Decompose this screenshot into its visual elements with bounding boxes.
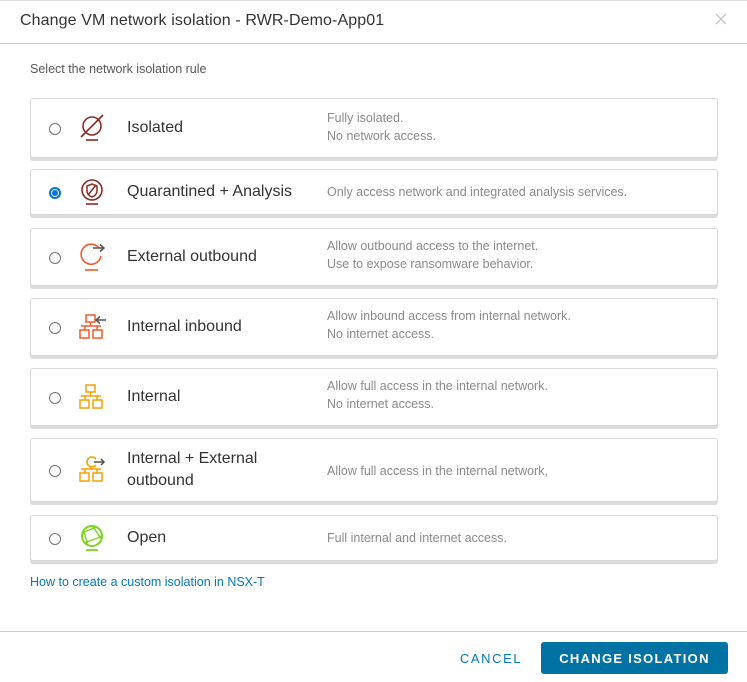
description-line: Fully isolated. xyxy=(327,111,404,125)
isolated-icon xyxy=(77,113,107,143)
description-line: Only access network and integrated analy… xyxy=(327,185,628,199)
description-line: Allow inbound access from internal netwo… xyxy=(327,309,571,323)
option-label: Internal xyxy=(127,388,181,405)
option-description: Allow outbound access to the internet. U… xyxy=(327,237,538,273)
option-isolated[interactable]: Isolated Fully isolated. No network acce… xyxy=(30,98,718,158)
internal-external-icon xyxy=(77,455,107,485)
radio-isolated[interactable] xyxy=(49,123,61,135)
option-open[interactable]: Open Full internal and internet access. xyxy=(30,515,718,561)
option-label: Internal + External outbound xyxy=(127,448,257,492)
footer-divider xyxy=(0,631,747,632)
radio-quarantined-analysis[interactable] xyxy=(49,187,61,199)
dialog-header: Change VM network isolation - RWR-Demo-A… xyxy=(0,1,747,44)
quarantine-icon xyxy=(77,177,107,207)
description-line: Full internal and internet access. xyxy=(327,531,507,545)
description-line: Allow outbound access to the internet. xyxy=(327,239,539,253)
option-description: Allow inbound access from internal netwo… xyxy=(327,307,571,343)
option-internal-external-outbound[interactable]: Internal + External outbound Allow full … xyxy=(30,438,718,502)
option-label: Internal inbound xyxy=(127,318,242,335)
description-line: Allow full access in the internal networ… xyxy=(327,379,548,393)
close-icon[interactable] xyxy=(713,11,729,27)
option-label: Open xyxy=(127,529,167,546)
radio-external-outbound[interactable] xyxy=(49,252,61,264)
description-line: Allow full access in the internal networ… xyxy=(327,464,548,478)
radio-internal[interactable] xyxy=(49,392,61,404)
option-description: Allow full access in the internal networ… xyxy=(327,377,548,413)
internal-inbound-icon xyxy=(77,313,107,343)
description-line: Use to expose ransomware behavior. xyxy=(327,257,534,271)
option-external-outbound[interactable]: External outbound Allow outbound access … xyxy=(30,228,718,286)
option-description: Full internal and internet access. xyxy=(327,529,507,547)
external-outbound-icon xyxy=(77,242,107,272)
option-label: External outbound xyxy=(127,248,257,265)
option-internal[interactable]: Internal Allow full access in the intern… xyxy=(30,368,718,426)
internal-network-icon xyxy=(77,383,107,413)
radio-internal-inbound[interactable] xyxy=(49,322,61,334)
dialog-title: Change VM network isolation - RWR-Demo-A… xyxy=(20,12,385,29)
option-internal-inbound[interactable]: Internal inbound Allow inbound access fr… xyxy=(30,298,718,356)
option-quarantined-analysis[interactable]: Quarantined + Analysis Only access netwo… xyxy=(30,169,718,215)
description-line: No internet access. xyxy=(327,397,434,411)
option-description: Fully isolated. No network access. xyxy=(327,109,436,145)
change-isolation-button[interactable]: CHANGE ISOLATION xyxy=(541,642,728,674)
radio-open[interactable] xyxy=(49,533,61,545)
option-description: Allow full access in the internal networ… xyxy=(327,462,548,480)
label-line: outbound xyxy=(127,472,194,489)
radio-internal-external-outbound[interactable] xyxy=(49,465,61,477)
cancel-button[interactable]: CANCEL xyxy=(449,642,533,674)
description-line: No internet access. xyxy=(327,327,434,341)
description-line: No network access. xyxy=(327,129,437,143)
custom-isolation-help-link[interactable]: How to create a custom isolation in NSX-… xyxy=(30,575,265,589)
open-globe-icon xyxy=(77,523,107,553)
option-description: Only access network and integrated analy… xyxy=(327,183,627,201)
dialog-subtitle: Select the network isolation rule xyxy=(30,62,207,76)
option-label: Isolated xyxy=(127,119,184,136)
option-label: Quarantined + Analysis xyxy=(127,183,292,200)
label-line: Internal + External xyxy=(127,450,258,467)
change-isolation-dialog: Change VM network isolation - RWR-Demo-A… xyxy=(0,0,747,682)
